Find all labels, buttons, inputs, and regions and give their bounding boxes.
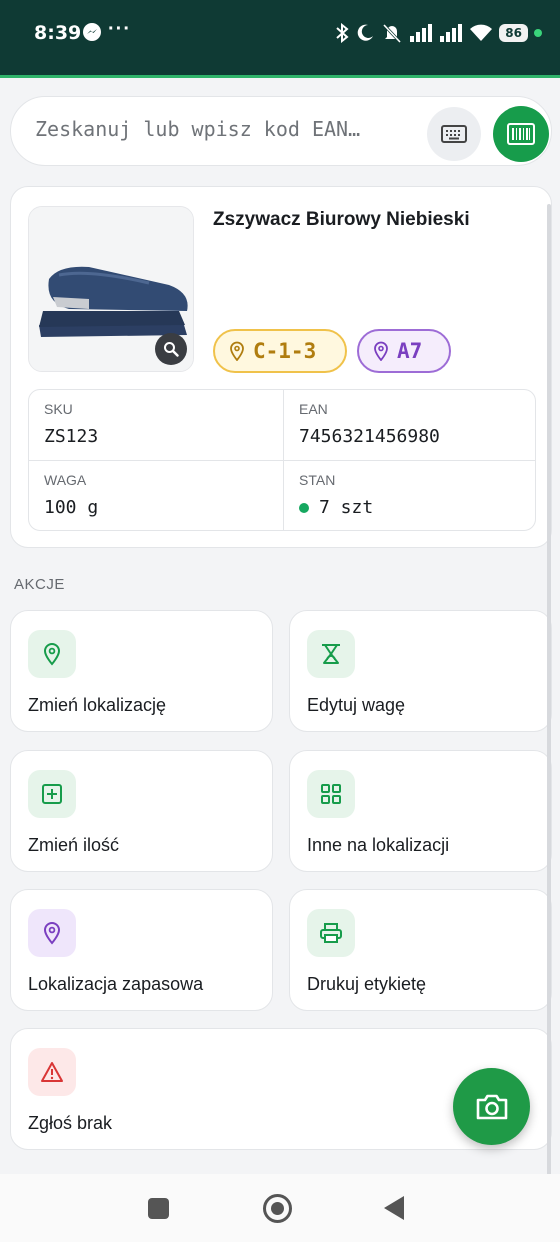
wifi-icon — [470, 24, 493, 41]
status-bar: 8:39 ··· 86 — [0, 0, 560, 78]
scrollbar[interactable] — [547, 204, 551, 1242]
printer-icon — [320, 923, 342, 943]
weight-cell: WAGA 100 g — [44, 472, 274, 518]
sku-value: ZS123 — [44, 426, 99, 447]
main-content: Zszywacz Biurowy Niebieski C-1-3 A7 SKU … — [0, 84, 552, 1242]
action-icon-box — [28, 630, 76, 678]
search-bar — [10, 96, 552, 166]
action-icon-box — [307, 770, 355, 818]
grid-divider — [29, 460, 535, 461]
action-change-location[interactable]: Zmień lokalizację — [10, 610, 273, 732]
search-input[interactable] — [35, 117, 395, 141]
sku-cell: SKU ZS123 — [44, 401, 274, 447]
location-code-secondary: A7 — [397, 339, 423, 363]
status-time: 8:39 — [34, 22, 82, 44]
action-label: Zmień ilość — [28, 835, 120, 855]
ean-label: EAN — [299, 401, 328, 417]
location-chip-primary[interactable]: C-1-3 — [213, 329, 347, 373]
zoom-button[interactable] — [155, 333, 187, 365]
product-details-grid: SKU ZS123 EAN 7456321456980 WAGA 100 g S… — [28, 389, 536, 531]
scale-icon — [322, 644, 340, 664]
action-label: Lokalizacja zapasowa — [28, 974, 204, 994]
stock-label: STAN — [299, 472, 336, 488]
charging-dot-icon — [534, 29, 542, 37]
location-code-primary: C-1-3 — [253, 339, 317, 363]
location-pin-icon — [43, 922, 61, 945]
do-not-disturb-moon-icon — [358, 24, 374, 41]
sku-label: SKU — [44, 401, 73, 417]
actions-section-title: AKCJE — [14, 576, 65, 593]
action-change-quantity[interactable]: Zmień ilość — [10, 750, 273, 872]
back-button[interactable] — [384, 1196, 404, 1220]
ean-value: 7456321456980 — [299, 426, 440, 447]
header-accent-line — [0, 75, 560, 78]
home-button[interactable] — [263, 1194, 292, 1223]
stock-cell: STAN 7 szt — [299, 472, 529, 518]
stock-status-dot — [299, 502, 309, 513]
keyboard-button[interactable] — [427, 107, 481, 161]
weight-value: 100 g — [44, 497, 99, 518]
product-title: Zszywacz Biurowy Niebieski — [213, 209, 470, 230]
magnifier-icon — [164, 342, 179, 357]
system-navigation-bar — [0, 1174, 560, 1242]
action-label: Zmień lokalizację — [28, 695, 167, 715]
messenger-icon — [83, 23, 101, 41]
action-icon-box — [28, 770, 76, 818]
location-chip-secondary[interactable]: A7 — [357, 329, 451, 373]
weight-label: WAGA — [44, 472, 87, 488]
action-others-at-location[interactable]: Inne na lokalizacji — [289, 750, 552, 872]
barcode-scan-button[interactable] — [493, 106, 549, 162]
signal-icon — [410, 24, 433, 42]
mute-bell-icon — [383, 23, 402, 44]
ean-cell: EAN 7456321456980 — [299, 401, 529, 447]
location-pin-icon — [374, 341, 388, 361]
signal-icon-2 — [440, 24, 463, 42]
more-notifications-icon: ··· — [108, 18, 131, 40]
action-label: Zgłoś brak — [28, 1113, 113, 1133]
action-label: Drukuj etykietę — [307, 974, 427, 994]
barcode-icon — [507, 123, 535, 145]
action-icon-box — [28, 1048, 76, 1096]
camera-icon — [476, 1094, 507, 1119]
action-label: Edytuj wagę — [307, 695, 406, 715]
grid-icon — [321, 784, 341, 804]
recent-apps-button[interactable] — [148, 1198, 169, 1219]
product-image[interactable] — [28, 206, 194, 372]
location-pin-icon — [230, 341, 244, 361]
product-card: Zszywacz Biurowy Niebieski C-1-3 A7 SKU … — [10, 186, 552, 548]
action-icon-box — [28, 909, 76, 957]
action-label: Inne na lokalizacji — [307, 835, 450, 855]
plus-square-icon — [42, 784, 62, 804]
stock-value-row: 7 szt — [299, 497, 529, 518]
action-icon-box — [307, 630, 355, 678]
warning-icon — [41, 1062, 63, 1082]
stock-value: 7 szt — [319, 497, 374, 518]
action-backup-location[interactable]: Lokalizacja zapasowa — [10, 889, 273, 1011]
action-edit-weight[interactable]: Edytuj wagę — [289, 610, 552, 732]
location-pin-icon — [43, 643, 61, 666]
bluetooth-icon — [336, 23, 349, 43]
battery-level: 86 — [499, 24, 528, 42]
action-print-label[interactable]: Drukuj etykietę — [289, 889, 552, 1011]
keyboard-icon — [441, 125, 467, 143]
action-icon-box — [307, 909, 355, 957]
camera-button[interactable] — [453, 1068, 530, 1145]
